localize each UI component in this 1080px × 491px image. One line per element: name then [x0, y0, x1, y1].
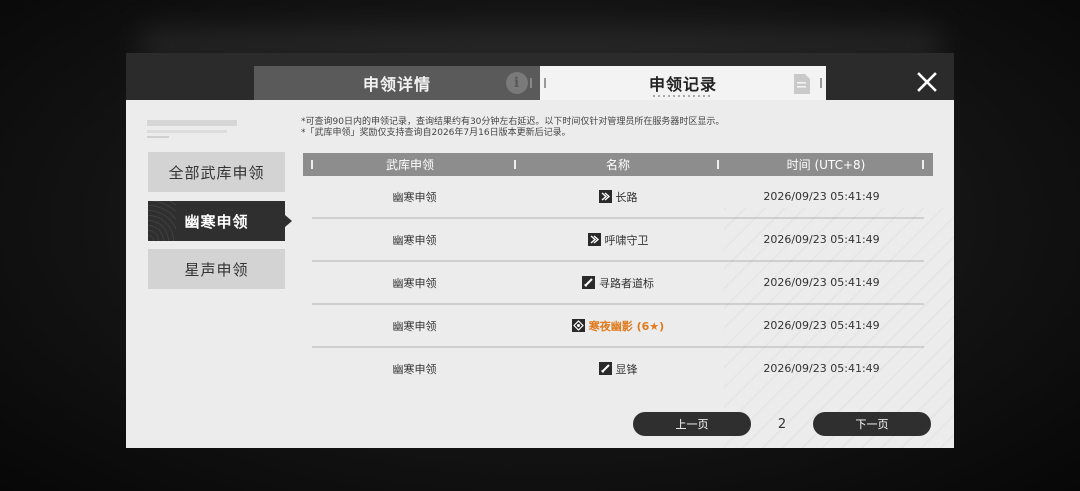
row-type: 幽寒申领	[392, 319, 437, 333]
row-time: 2026/09/23 05:41:49	[763, 362, 880, 375]
column-header-armory: 武库申领	[385, 158, 434, 172]
sidebar-decoration	[147, 136, 169, 138]
info-icon: i	[506, 72, 528, 94]
table-header: 武库申领 名称 时间 (UTC+8)	[303, 153, 933, 176]
row-time: 2026/09/23 05:41:49	[763, 319, 880, 332]
weapon-diamond-icon	[571, 319, 585, 332]
next-page-button[interactable]: 下一页	[813, 412, 931, 436]
sidebar-item-youhan[interactable]: 幽寒申领	[148, 201, 292, 241]
tab-claim-records[interactable]: 申领记录	[540, 66, 826, 100]
row-name: 长路	[615, 190, 638, 204]
prev-page-button[interactable]: 上一页	[633, 412, 751, 436]
row-type: 幽寒申领	[392, 233, 437, 247]
records-notes: *可查询90日内的申领记录，查询结果约有30分钟左右延迟。以下时间仅针对管理员所…	[301, 117, 724, 139]
table-row: 幽寒申领 寒夜幽影 (6★) 2026/09/23 05:41:49	[312, 305, 924, 348]
tab-claim-details[interactable]: 申领详情 i	[254, 66, 540, 100]
tab-separator	[530, 78, 532, 88]
sidebar-item-xingsheng[interactable]: 星声申领	[148, 249, 285, 289]
header-divider	[514, 160, 516, 169]
table-row: 幽寒申领 显锋 2026/09/23 05:41:49	[312, 348, 924, 391]
tab-separator	[820, 78, 822, 88]
note-line: *「武库申领」奖励仅支持查询自2026年7月16日版本更新后记录。	[301, 128, 571, 138]
row-name: 寻路者道标	[599, 276, 654, 290]
sidebar-item-label: 星声申领	[184, 260, 249, 279]
row-name-cell: 呼啸守卫	[517, 219, 719, 260]
sidebar-item-label: 全部武库申领	[168, 163, 265, 182]
sidebar-item-label: 幽寒申领	[184, 212, 249, 231]
sidebar-decoration	[147, 120, 237, 126]
records-list: 幽寒申领 长路 2026/09/23 05:41:49 幽寒申领 呼啸守卫 20…	[312, 176, 924, 391]
claim-records-modal: 申领详情 i 申领记录 全部武库申领 幽寒申领 星声申领 *可查询90日内的申领…	[126, 53, 954, 448]
row-type: 幽寒申领	[392, 190, 437, 204]
column-header-name: 名称	[605, 158, 630, 172]
row-name: 显锋	[615, 362, 638, 376]
weapon-blade-icon	[598, 362, 612, 375]
note-line: *可查询90日内的申领记录，查询结果约有30分钟左右延迟。以下时间仅针对管理员所…	[301, 117, 725, 127]
table-row: 幽寒申领 寻路者道标 2026/09/23 05:41:49	[312, 262, 924, 305]
row-name-highlight: 寒夜幽影 (6★)	[588, 319, 665, 333]
row-name: 呼啸守卫	[604, 233, 649, 247]
tab-claim-records-label: 申领记录	[648, 75, 717, 94]
close-icon	[917, 72, 937, 92]
table-row: 幽寒申领 长路 2026/09/23 05:41:49	[312, 176, 924, 219]
tab-active-indicator	[653, 95, 713, 97]
weapon-arrow-icon	[598, 190, 612, 203]
sidebar-decoration	[147, 130, 227, 133]
tab-claim-details-label: 申领详情	[362, 75, 431, 94]
sidebar-item-all-armory[interactable]: 全部武库申领	[148, 152, 285, 192]
row-time: 2026/09/23 05:41:49	[763, 233, 880, 246]
page-number: 2	[777, 416, 787, 432]
row-name-cell: 寒夜幽影 (6★)	[517, 305, 719, 346]
column-header-time: 时间 (UTC+8)	[786, 158, 866, 172]
close-button[interactable]	[915, 70, 939, 94]
row-time: 2026/09/23 05:41:49	[763, 276, 880, 289]
modal-header: 申领详情 i 申领记录	[126, 53, 954, 100]
row-name-cell: 长路	[517, 176, 719, 217]
weapon-arrow-icon	[587, 233, 601, 246]
header-divider	[922, 160, 924, 169]
table-row: 幽寒申领 呼啸守卫 2026/09/23 05:41:49	[312, 219, 924, 262]
document-icon	[794, 74, 810, 94]
row-type: 幽寒申领	[392, 362, 437, 376]
tab-separator	[544, 78, 546, 88]
row-name-cell: 显锋	[517, 348, 719, 389]
weapon-blade-icon	[582, 276, 595, 289]
row-name-cell: 寻路者道标	[517, 262, 719, 303]
row-time: 2026/09/23 05:41:49	[763, 190, 880, 203]
row-type: 幽寒申领	[392, 276, 437, 290]
